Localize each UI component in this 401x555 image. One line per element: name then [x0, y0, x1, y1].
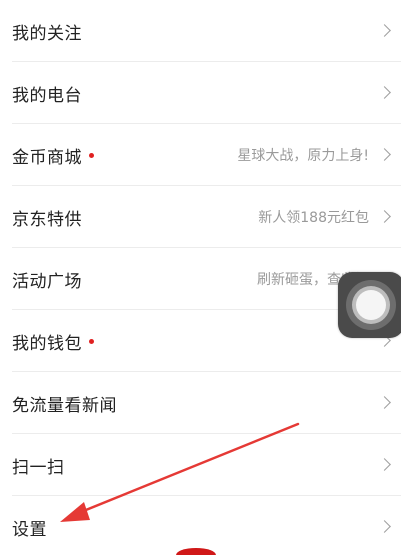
menu-item-free-data-news[interactable]: 免流量看新闻 — [0, 372, 401, 434]
menu-item-my-radio[interactable]: 我的电台 — [0, 62, 401, 124]
menu-item-my-follow[interactable]: 我的关注 — [0, 0, 401, 62]
menu-item-coin-mall[interactable]: 金币商城 星球大战，原力上身! — [0, 124, 401, 186]
settings-menu-page: 我的关注 我的电台 金币商城 星球大战，原力上身! 京东特供 新人领188元红包… — [0, 0, 401, 555]
menu-item-label: 活动广场 — [12, 271, 82, 292]
chevron-right-icon — [378, 24, 391, 37]
menu-item-label: 我的电台 — [12, 85, 82, 106]
menu-item-label: 扫一扫 — [12, 457, 65, 478]
menu-item-subtitle: 新人领188元红包 — [258, 210, 369, 226]
menu-item-scan[interactable]: 扫一扫 — [0, 434, 401, 496]
menu-item-jd-special[interactable]: 京东特供 新人领188元红包 — [0, 186, 401, 248]
chevron-right-icon — [378, 520, 391, 533]
notification-dot — [89, 339, 94, 344]
menu-item-label: 免流量看新闻 — [12, 395, 117, 416]
chevron-right-icon — [378, 148, 391, 161]
assistive-touch-icon[interactable] — [338, 272, 401, 338]
menu-item-label: 我的钱包 — [12, 329, 94, 354]
notification-dot — [89, 153, 94, 158]
bottom-red-element — [176, 548, 216, 555]
menu-item-label: 金币商城 — [12, 143, 94, 168]
menu-item-settings[interactable]: 设置 — [0, 496, 401, 555]
chevron-right-icon — [378, 210, 391, 223]
menu-item-label: 设置 — [12, 519, 47, 540]
chevron-right-icon — [378, 86, 391, 99]
menu-item-label: 京东特供 — [12, 209, 82, 230]
chevron-right-icon — [378, 458, 391, 471]
menu-item-label: 我的关注 — [12, 23, 82, 44]
chevron-right-icon — [378, 396, 391, 409]
menu-item-subtitle: 星球大战，原力上身! — [237, 148, 369, 164]
